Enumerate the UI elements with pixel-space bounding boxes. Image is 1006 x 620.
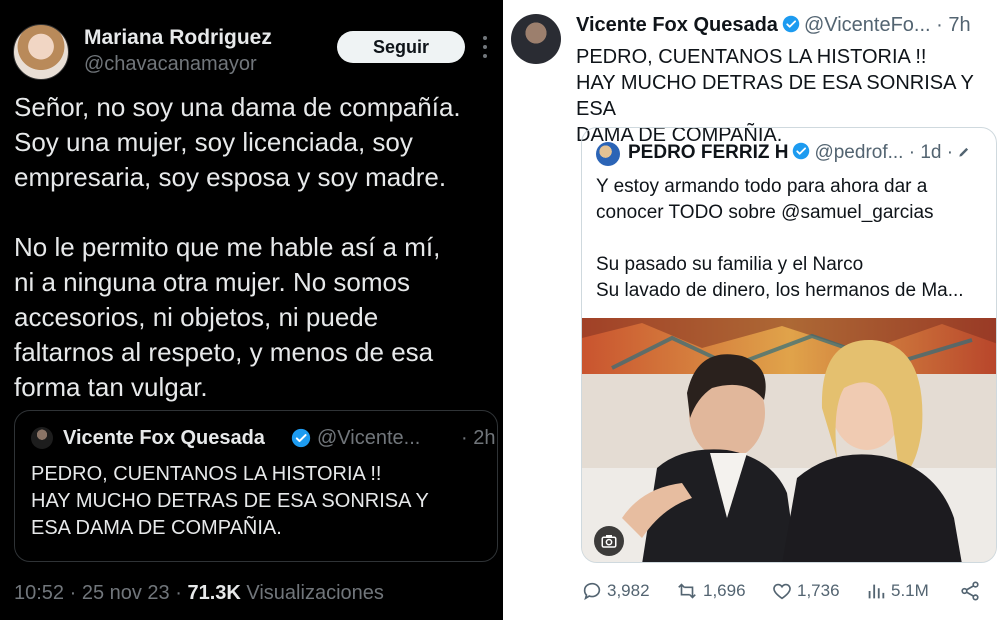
tweet-header: Vicente Fox Quesada @VicenteFo... · 7h: [576, 14, 971, 37]
views-count: 5.1M: [891, 581, 929, 600]
tweet-text: Señor, no soy una dama de compañía. Soy …: [14, 92, 461, 402]
quoted-author-name: Vicente Fox Quesada: [63, 427, 265, 449]
author-avatar[interactable]: [511, 14, 561, 64]
quoted-author-handle: @pedrof...: [814, 142, 904, 163]
reply-icon: [583, 582, 601, 601]
edit-pencil-icon: [959, 147, 969, 157]
quoted-photo[interactable]: [582, 318, 996, 562]
repost-action[interactable]: 1,696: [675, 580, 746, 602]
couple-photo-illustration: [582, 318, 996, 562]
author-name[interactable]: Vicente Fox Quesada: [576, 14, 778, 36]
verified-badge-icon: [793, 142, 810, 160]
author-avatar[interactable]: [13, 24, 69, 80]
views-action[interactable]: 5.1M: [865, 580, 929, 602]
more-options-icon[interactable]: [480, 36, 490, 58]
author-handle[interactable]: @VicenteFo...: [804, 14, 931, 36]
like-count: 1,736: [797, 581, 840, 600]
tweet-actions-bar: 3,982 1,696 1,736 5.1M: [581, 580, 997, 606]
repost-count: 1,696: [703, 581, 746, 600]
quoted-text: Y estoy armando todo para ahora dar a co…: [596, 176, 964, 301]
quoted-tweet[interactable]: Vicente Fox Quesada @Vicente... · 2h PED…: [14, 410, 498, 562]
like-action[interactable]: 1,736: [771, 580, 840, 602]
author-name[interactable]: Mariana Rodriguez: [84, 26, 272, 50]
quoted-tweet[interactable]: PEDRO FERRIZ H @pedrof... · 1d · Y estoy …: [581, 127, 997, 563]
verified-badge-icon: [782, 15, 800, 33]
views-count: 71.3K: [187, 582, 241, 604]
tweet-meta: 10:52 · 25 nov 23 · 71.3K Visualizacione…: [14, 582, 384, 605]
heart-icon: [773, 583, 791, 600]
quoted-time: · 1d ·: [908, 142, 954, 163]
author-handle[interactable]: @chavacanamayor: [84, 53, 257, 76]
right-tweet-card: Vicente Fox Quesada @VicenteFo... · 7h PE…: [503, 0, 1006, 620]
share-icon: [961, 581, 979, 601]
follow-button[interactable]: Seguir: [337, 31, 465, 63]
reply-action[interactable]: 3,982: [581, 580, 650, 602]
verified-badge-icon: [291, 428, 311, 448]
quoted-author-name: PEDRO FERRIZ H: [628, 142, 789, 163]
quoted-author-avatar: [596, 142, 620, 166]
quoted-author-avatar: [31, 427, 53, 449]
camera-icon[interactable]: [594, 526, 624, 556]
tweet-timestamp[interactable]: 10:52 · 25 nov 23 ·: [14, 582, 187, 604]
quoted-author-handle: @Vicente...: [317, 427, 421, 449]
quoted-time: · 2h: [461, 427, 496, 449]
left-tweet-card: Mariana Rodriguez @chavacanamayor Seguir…: [0, 0, 503, 620]
quoted-header: PEDRO FERRIZ H @pedrof... · 1d ·: [628, 142, 971, 164]
views-chart-icon: [868, 584, 885, 599]
share-action[interactable]: [959, 580, 981, 602]
tweet-time[interactable]: · 7h: [936, 14, 970, 36]
reply-count: 3,982: [607, 581, 650, 600]
views-label: Visualizaciones: [240, 582, 384, 604]
repost-icon: [678, 583, 696, 599]
quoted-text: PEDRO, CUENTANOS LA HISTORIA !! HAY MUCH…: [31, 463, 429, 539]
